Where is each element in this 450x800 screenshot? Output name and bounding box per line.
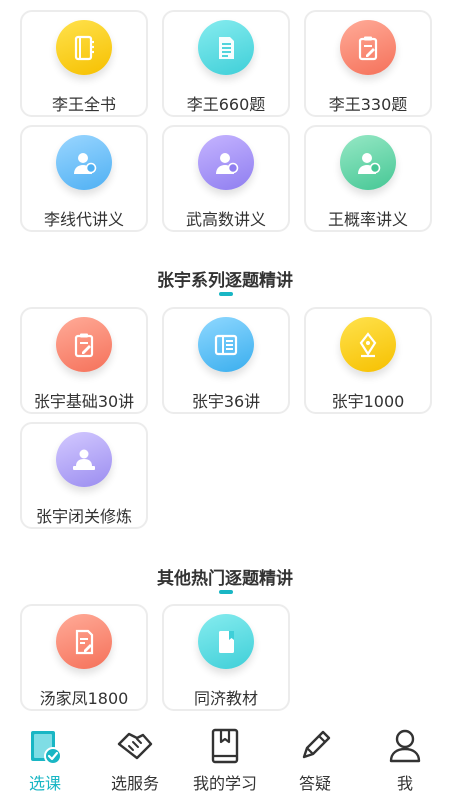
section-3-grid: 汤家凤1800 同济教材 (20, 604, 432, 711)
section-title-zhangyu: 张宇系列逐题精讲 (157, 271, 293, 291)
course-label: 李王330题 (328, 95, 408, 114)
bottom-tab-bar: 选课 选服务 我的学习 答疑 我 (0, 716, 450, 800)
course-card-zhangyu-36[interactable]: 张宇36讲 (162, 307, 290, 414)
section-divider (219, 292, 233, 296)
clipboard-edit-icon (56, 317, 112, 372)
tab-me[interactable]: 我 (360, 716, 450, 800)
course-label: 张宇1000 (331, 392, 405, 411)
course-label: 张宇基础30讲 (33, 392, 135, 411)
course-label: 李王660题 (186, 95, 266, 114)
course-card-wu-gaoshu[interactable]: 武高数讲义 (162, 125, 290, 232)
handshake-icon (117, 732, 153, 760)
course-label: 同济教材 (193, 689, 258, 708)
course-book-icon (31, 731, 62, 765)
course-card-zhangyu-biguan[interactable]: 张宇闭关修炼 (20, 422, 148, 529)
book-icon (198, 614, 254, 669)
course-card-li-xiandai[interactable]: 李线代讲义 (20, 125, 148, 232)
section-1-grid: 李王全书 李王660题 李王330题 李线代讲义 武高数讲义 王概率讲义 (20, 10, 432, 232)
notebook-icon (56, 20, 112, 75)
tab-label: 我的学习 (192, 774, 257, 793)
course-card-zhangyu-jichu-30[interactable]: 张宇基础30讲 (20, 307, 148, 414)
course-label: 李王全书 (51, 95, 116, 114)
course-card-wang-gailv[interactable]: 王概率讲义 (304, 125, 432, 232)
course-card-liwang-330[interactable]: 李王330题 (304, 10, 432, 117)
teacher-icon (198, 135, 254, 190)
course-card-zhangyu-1000[interactable]: 张宇1000 (304, 307, 432, 414)
presenter-icon (56, 432, 112, 487)
tab-select-course[interactable]: 选课 (0, 716, 90, 800)
course-label: 张宇36讲 (191, 392, 261, 411)
document-edit-icon (56, 614, 112, 669)
teacher-icon (340, 135, 396, 190)
course-card-tongji-jiaocai[interactable]: 同济教材 (162, 604, 290, 711)
course-label: 张宇闭关修炼 (35, 507, 132, 526)
course-card-tang-jiafeng-1800[interactable]: 汤家凤1800 (20, 604, 148, 711)
course-label: 王概率讲义 (327, 210, 408, 229)
tab-select-service[interactable]: 选服务 (90, 716, 180, 800)
bookmark-book-icon (211, 728, 239, 764)
section-divider (219, 590, 233, 594)
list-card-icon (198, 317, 254, 372)
course-label: 武高数讲义 (185, 210, 266, 229)
clipboard-edit-icon (340, 20, 396, 75)
teacher-icon (56, 135, 112, 190)
tab-label: 我 (396, 774, 413, 793)
tab-label: 选服务 (110, 774, 159, 793)
document-list-icon (198, 20, 254, 75)
user-icon (389, 729, 421, 763)
course-card-liwang-quanshu[interactable]: 李王全书 (20, 10, 148, 117)
section-2-grid: 张宇基础30讲 张宇36讲 张宇1000 张宇闭关修炼 (20, 307, 432, 529)
tab-label: 选课 (28, 774, 61, 793)
course-list: 李王全书 李王660题 李王330题 李线代讲义 武高数讲义 王概率讲义 张宇系… (0, 0, 450, 716)
course-label: 汤家凤1800 (39, 689, 129, 708)
course-card-liwang-660[interactable]: 李王660题 (162, 10, 290, 117)
tab-label: 答疑 (298, 774, 331, 793)
tab-qa[interactable]: 答疑 (270, 716, 360, 800)
section-title-other: 其他热门逐题精讲 (157, 569, 293, 589)
course-label: 李线代讲义 (43, 210, 124, 229)
tab-my-learning[interactable]: 我的学习 (180, 716, 270, 800)
pen-nib-icon (340, 317, 396, 372)
pencil-icon (302, 730, 331, 759)
